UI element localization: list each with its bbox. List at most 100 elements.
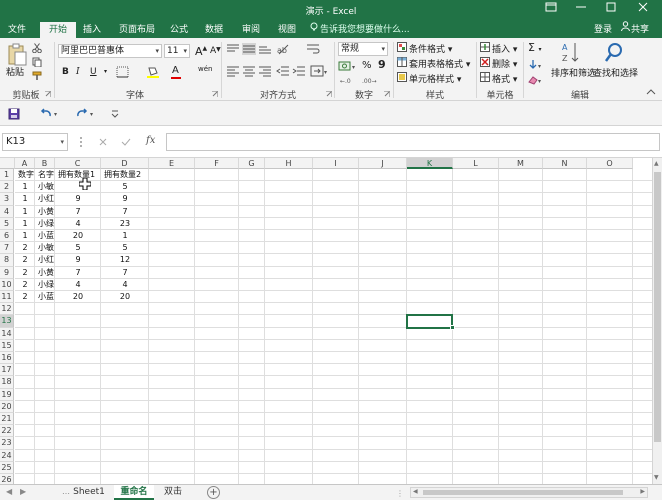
increase-decimal-icon[interactable]: ←.0 bbox=[340, 75, 358, 85]
row-header-20[interactable]: 20 bbox=[0, 400, 14, 413]
column-header-d[interactable]: D bbox=[101, 158, 149, 169]
cell-d2[interactable]: 5 bbox=[101, 181, 149, 193]
row-header-13[interactable]: 13 bbox=[0, 315, 14, 328]
comma-style-button[interactable]: 9 bbox=[378, 58, 386, 71]
cell-a1[interactable]: 数字 bbox=[15, 169, 35, 181]
fill-color-icon[interactable] bbox=[146, 66, 160, 78]
column-header-c[interactable]: C bbox=[55, 158, 101, 169]
column-header-a[interactable]: A bbox=[15, 158, 35, 169]
row-header-26[interactable]: 26 bbox=[0, 474, 14, 484]
tab-home[interactable]: 开始 bbox=[40, 22, 76, 38]
merge-center-icon[interactable]: ▾ bbox=[310, 65, 328, 77]
tab-data[interactable]: 数据 bbox=[199, 22, 229, 38]
cell-a10[interactable]: 2 bbox=[15, 279, 35, 291]
row-header-4[interactable]: 4 bbox=[0, 205, 14, 218]
horizontal-scroll-thumb[interactable] bbox=[423, 490, 623, 495]
column-header-h[interactable]: H bbox=[265, 158, 313, 169]
row-header-25[interactable]: 25 bbox=[0, 461, 14, 474]
cell-b2[interactable]: 小敏 bbox=[35, 181, 55, 193]
selected-cell-k13[interactable] bbox=[406, 314, 453, 329]
increase-indent-icon[interactable] bbox=[292, 65, 306, 77]
find-icon[interactable] bbox=[603, 41, 625, 65]
cell-d11[interactable]: 20 bbox=[101, 291, 149, 303]
autosum-button[interactable]: Σ ▾ bbox=[528, 41, 541, 54]
cell-c1[interactable]: 拥有数量1 bbox=[55, 169, 101, 181]
row-header-10[interactable]: 10 bbox=[0, 278, 14, 291]
column-header-j[interactable]: J bbox=[359, 158, 407, 169]
restore-icon[interactable] bbox=[600, 2, 622, 18]
cell-c6[interactable]: 20 bbox=[55, 230, 101, 242]
row-header-18[interactable]: 18 bbox=[0, 376, 14, 389]
cell-b4[interactable]: 小黄 bbox=[35, 206, 55, 218]
column-header-k[interactable]: K bbox=[407, 158, 453, 169]
number-format-dropdown[interactable]: 常规 ▾ bbox=[338, 42, 388, 56]
row-header-9[interactable]: 9 bbox=[0, 266, 14, 279]
cell-c10[interactable]: 4 bbox=[55, 279, 101, 291]
vertical-scroll-thumb[interactable] bbox=[654, 172, 661, 442]
collapse-ribbon-icon[interactable] bbox=[646, 88, 656, 96]
cell-d1[interactable]: 拥有数量2 bbox=[101, 169, 149, 181]
font-color-button[interactable]: A bbox=[171, 65, 181, 79]
share-button[interactable]: 共享 bbox=[619, 21, 649, 38]
row-header-19[interactable]: 19 bbox=[0, 388, 14, 401]
cell-a11[interactable]: 2 bbox=[15, 291, 35, 303]
cell-b8[interactable]: 小红 bbox=[35, 254, 55, 266]
italic-button[interactable]: I bbox=[76, 67, 80, 77]
dialog-launcher-icon[interactable] bbox=[384, 90, 391, 97]
align-center-icon[interactable] bbox=[242, 65, 256, 77]
tab-formulas[interactable]: 公式 bbox=[164, 22, 194, 38]
phonetic-button[interactable]: wén bbox=[198, 65, 212, 73]
cancel-icon[interactable] bbox=[98, 137, 108, 147]
align-top-icon[interactable] bbox=[226, 43, 240, 55]
cell-c8[interactable]: 9 bbox=[55, 254, 101, 266]
select-all-corner[interactable] bbox=[0, 158, 15, 169]
column-header-m[interactable]: M bbox=[499, 158, 543, 169]
cell-b5[interactable]: 小绿 bbox=[35, 218, 55, 230]
format-as-table-button[interactable]: 套用表格格式 ▾ bbox=[409, 57, 470, 70]
cell-d5[interactable]: 23 bbox=[101, 218, 149, 230]
find-select-button[interactable]: 查找和选择 bbox=[593, 66, 638, 79]
borders-icon[interactable] bbox=[116, 66, 130, 78]
sheet-tab-rename[interactable]: 重命名 bbox=[114, 485, 154, 500]
cell-a2[interactable]: 1 bbox=[15, 181, 35, 193]
increase-font-size-button[interactable]: A▲ bbox=[195, 45, 207, 58]
chevron-down-icon[interactable]: ▾ bbox=[104, 68, 110, 76]
cell-a5[interactable]: 1 bbox=[15, 218, 35, 230]
row-header-1[interactable]: 1 bbox=[0, 169, 14, 182]
scroll-down-icon[interactable]: ▼ bbox=[654, 474, 659, 481]
sheet-tab-sheet1[interactable]: Sheet1 bbox=[66, 485, 112, 500]
cell-b6[interactable]: 小蓝 bbox=[35, 230, 55, 242]
vertical-scrollbar[interactable]: ▲ ▼ bbox=[652, 158, 662, 484]
cell-d3[interactable]: 9 bbox=[101, 193, 149, 205]
row-header-14[interactable]: 14 bbox=[0, 327, 14, 340]
cell-c4[interactable]: 7 bbox=[55, 206, 101, 218]
column-header-o[interactable]: O bbox=[587, 158, 633, 169]
cell-c7[interactable]: 5 bbox=[55, 242, 101, 254]
cell-a7[interactable]: 2 bbox=[15, 242, 35, 254]
column-header-l[interactable]: L bbox=[453, 158, 499, 169]
decrease-decimal-icon[interactable]: .00→ bbox=[362, 75, 380, 85]
cell-b7[interactable]: 小敏 bbox=[35, 242, 55, 254]
cell-d4[interactable]: 7 bbox=[101, 206, 149, 218]
row-header-7[interactable]: 7 bbox=[0, 242, 14, 255]
align-bottom-icon[interactable] bbox=[258, 43, 272, 55]
horizontal-scrollbar[interactable]: ◀ ▶ bbox=[410, 487, 648, 498]
wrap-text-icon[interactable] bbox=[306, 43, 320, 55]
scroll-up-icon[interactable]: ▲ bbox=[654, 160, 659, 167]
name-box[interactable]: K13 ▾ bbox=[2, 133, 68, 151]
insert-cells-button[interactable]: 插入 ▾ bbox=[492, 42, 517, 55]
cell-d7[interactable]: 5 bbox=[101, 242, 149, 254]
format-cells-button[interactable]: 格式 ▾ bbox=[492, 72, 517, 85]
cell-b11[interactable]: 小蓝 bbox=[35, 291, 55, 303]
undo-icon[interactable]: ▾ bbox=[40, 107, 62, 119]
minimize-icon[interactable] bbox=[570, 2, 592, 18]
cell-b3[interactable]: 小红 bbox=[35, 193, 55, 205]
redo-icon[interactable]: ▾ bbox=[76, 107, 98, 119]
cell-c2[interactable] bbox=[55, 181, 101, 193]
fill-handle[interactable] bbox=[450, 324, 455, 330]
bold-button[interactable]: B bbox=[62, 67, 69, 77]
scroll-right-icon[interactable]: ▶ bbox=[640, 488, 645, 495]
cell-b9[interactable]: 小黄 bbox=[35, 267, 55, 279]
column-header-e[interactable]: E bbox=[149, 158, 195, 169]
cell-a3[interactable]: 1 bbox=[15, 193, 35, 205]
